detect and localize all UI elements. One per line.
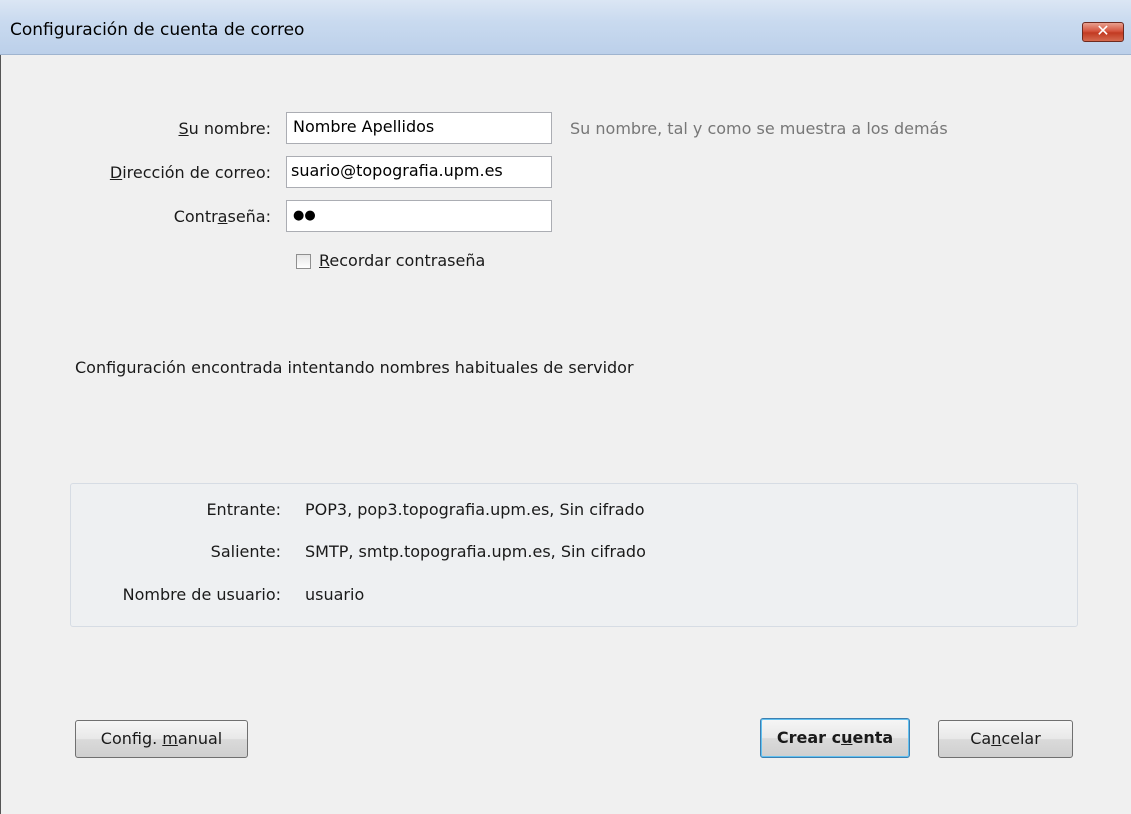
name-hint: Su nombre, tal y como se muestra a los d… (570, 119, 948, 138)
username-label: Nombre de usuario: (122, 585, 281, 604)
title-bar[interactable]: Configuración de cuenta de correo ✕ (0, 0, 1131, 55)
password-field[interactable]: ●● (286, 200, 552, 232)
close-button[interactable]: ✕ (1082, 21, 1124, 42)
email-label: Dirección de correo: (109, 163, 271, 182)
server-settings-panel: Entrante: POP3, pop3.topografia.upm.es, … (70, 483, 1078, 627)
manual-config-button[interactable]: Config. manual (75, 720, 248, 758)
cancel-button[interactable]: Cancelar (938, 720, 1073, 758)
outgoing-value: SMTP, smtp.topografia.upm.es, Sin cifrad… (305, 542, 646, 561)
incoming-label: Entrante: (206, 500, 281, 519)
close-icon: ✕ (1096, 21, 1110, 40)
password-label: Contraseña: (173, 207, 271, 226)
window-border (0, 55, 1, 814)
email-field[interactable]: suario@topografia.upm.es (286, 156, 552, 188)
username-value: usuario (305, 585, 365, 604)
create-account-button[interactable]: Crear cuenta (760, 718, 910, 758)
name-label: Su nombre: (178, 119, 271, 138)
remember-password-checkbox[interactable] (296, 254, 311, 269)
remember-password-label[interactable]: Recordar contraseña (319, 251, 485, 270)
incoming-value: POP3, pop3.topografia.upm.es, Sin cifrad… (305, 500, 645, 519)
name-field[interactable]: Nombre Apellidos (286, 112, 552, 144)
account-setup-dialog: Configuración de cuenta de correo ✕ Su n… (0, 0, 1131, 814)
outgoing-label: Saliente: (210, 542, 281, 561)
window-title: Configuración de cuenta de correo (10, 20, 305, 40)
status-message: Configuración encontrada intentando nomb… (75, 358, 634, 377)
